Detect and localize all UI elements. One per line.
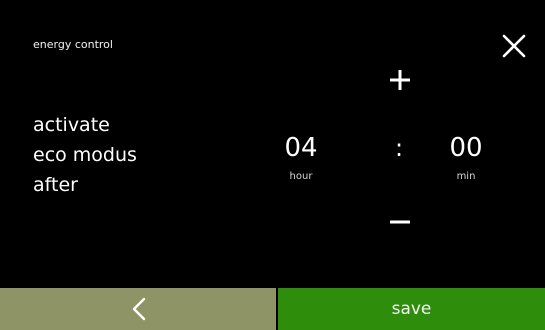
hour-value[interactable]: 04: [276, 133, 326, 163]
minus-icon: [390, 220, 410, 224]
energy-control-screen: energy control activate eco modus after …: [0, 0, 545, 330]
eco-mode-prompt: activate eco modus after: [33, 110, 137, 200]
back-button[interactable]: [0, 288, 276, 330]
plus-icon: [390, 70, 410, 90]
chevron-left-icon: [132, 297, 146, 321]
save-button[interactable]: save: [278, 288, 545, 330]
minute-unit-label: min: [456, 171, 476, 182]
prompt-line-1: activate: [33, 114, 110, 136]
hour-unit-label: hour: [289, 171, 313, 182]
minute-value[interactable]: 00: [436, 133, 496, 163]
decrement-button[interactable]: [380, 207, 420, 237]
prompt-line-3: after: [33, 174, 78, 196]
prompt-line-2: eco modus: [33, 144, 137, 166]
time-separator: :: [394, 134, 404, 162]
page-title: energy control: [33, 38, 113, 51]
close-button[interactable]: [500, 32, 528, 60]
increment-button[interactable]: [380, 60, 420, 100]
close-icon: [502, 34, 526, 58]
save-button-label: save: [391, 299, 432, 319]
